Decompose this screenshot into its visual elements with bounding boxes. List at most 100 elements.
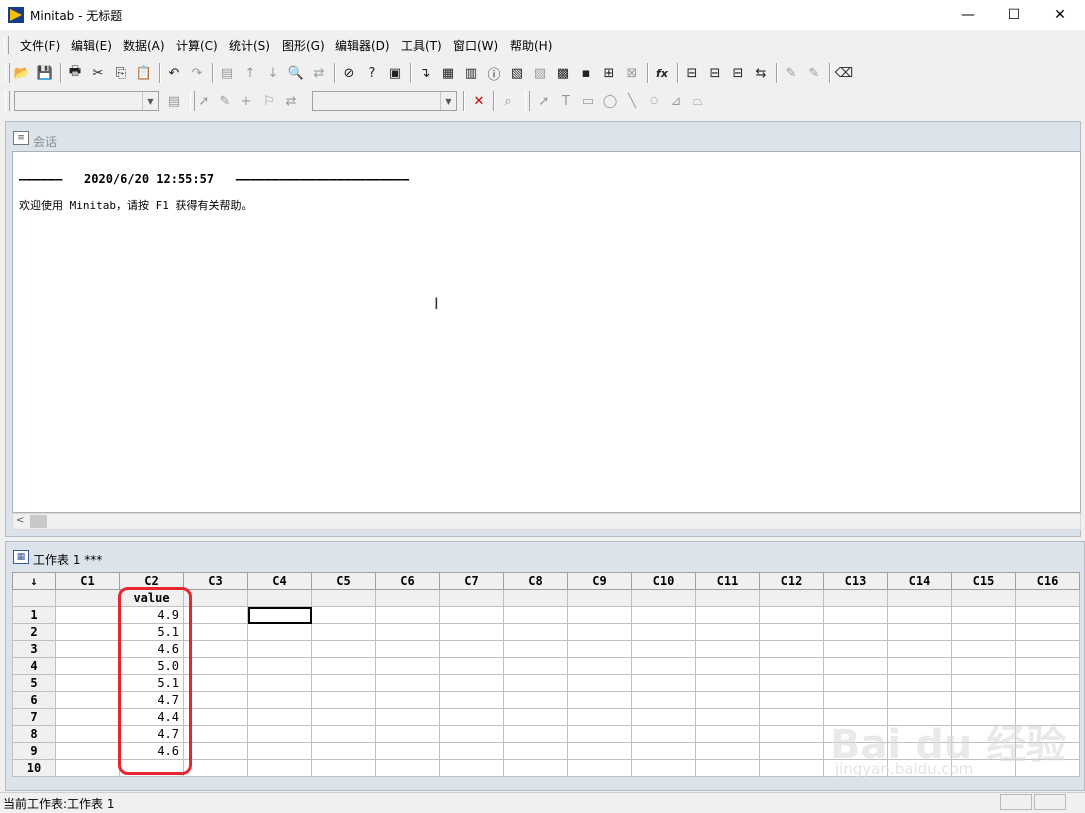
annotation-pointer-icon[interactable]: ➚ <box>534 91 554 111</box>
data-cell[interactable] <box>759 640 824 658</box>
menu-stat[interactable]: 统计(S) <box>229 37 270 54</box>
save-icon[interactable]: 💾 <box>35 63 55 83</box>
data-cell[interactable] <box>375 623 440 641</box>
data-cell[interactable] <box>183 725 248 743</box>
data-cell[interactable] <box>375 759 440 777</box>
data-cell[interactable] <box>503 657 568 675</box>
column-name-c15[interactable] <box>951 589 1016 607</box>
row-header[interactable]: 6 <box>12 691 56 709</box>
data-cell[interactable] <box>695 708 760 726</box>
row-header[interactable]: 2 <box>12 623 56 641</box>
column-header-c7[interactable]: C7 <box>439 572 504 590</box>
data-cell[interactable] <box>375 708 440 726</box>
help-icon[interactable]: ? <box>362 63 382 83</box>
minimize-button[interactable]: — <box>945 0 991 30</box>
data-cell[interactable] <box>695 640 760 658</box>
data-cell[interactable] <box>887 623 952 641</box>
data-cell[interactable] <box>951 657 1016 675</box>
data-cell[interactable] <box>759 742 824 760</box>
data-cell[interactable] <box>1015 606 1080 624</box>
data-cell[interactable] <box>567 623 632 641</box>
active-cell[interactable] <box>247 606 312 624</box>
new-column-icon[interactable]: ↴ <box>415 63 435 83</box>
data-cell[interactable] <box>247 674 312 692</box>
data-cell[interactable] <box>503 640 568 658</box>
data-cell[interactable] <box>247 708 312 726</box>
maximize-button[interactable]: ☐ <box>991 0 1037 30</box>
data-cell[interactable] <box>631 640 696 658</box>
column-header-c6[interactable]: C6 <box>375 572 440 590</box>
data-cell[interactable] <box>311 657 376 675</box>
set-id-icon[interactable]: ✎ <box>804 63 824 83</box>
marker-tool-icon[interactable]: ○ <box>644 91 664 111</box>
data-cell[interactable] <box>503 759 568 777</box>
column-name-c7[interactable] <box>439 589 504 607</box>
graph-type-select[interactable]: ▼ <box>312 91 457 111</box>
column-name-c11[interactable] <box>695 589 760 607</box>
column-header-c3[interactable]: C3 <box>183 572 248 590</box>
data-cell[interactable] <box>183 657 248 675</box>
copy-icon[interactable]: ⎘ <box>111 63 131 83</box>
column-header-c13[interactable]: C13 <box>823 572 888 590</box>
data-cell[interactable] <box>887 674 952 692</box>
data-cell[interactable] <box>439 742 504 760</box>
data-cell[interactable] <box>823 691 888 709</box>
arrow-up-icon[interactable]: ↑ <box>240 63 260 83</box>
data-cell[interactable] <box>503 725 568 743</box>
column-name-c1[interactable] <box>55 589 120 607</box>
data-cell[interactable] <box>375 691 440 709</box>
data-cell[interactable] <box>759 725 824 743</box>
insert-cells-icon[interactable]: ⊟ <box>682 63 702 83</box>
column-header-c8[interactable]: C8 <box>503 572 568 590</box>
data-cell[interactable] <box>311 725 376 743</box>
data-cell[interactable] <box>823 674 888 692</box>
data-cell[interactable] <box>55 708 120 726</box>
data-cell[interactable] <box>311 759 376 777</box>
column-name-c8[interactable] <box>503 589 568 607</box>
data-cell[interactable] <box>567 725 632 743</box>
row-header[interactable]: 3 <box>12 640 56 658</box>
data-cell[interactable] <box>503 674 568 692</box>
data-cell[interactable] <box>311 691 376 709</box>
data-cell[interactable] <box>695 674 760 692</box>
column-name-c4[interactable] <box>247 589 312 607</box>
data-cell[interactable] <box>183 606 248 624</box>
undo-icon[interactable]: ↶ <box>164 63 184 83</box>
zoom-icon[interactable]: ⌕ <box>498 91 518 111</box>
graph-folder-icon[interactable]: ▨ <box>530 63 550 83</box>
data-cell[interactable] <box>567 657 632 675</box>
data-cell[interactable] <box>631 708 696 726</box>
data-cell[interactable] <box>439 674 504 692</box>
data-cell[interactable] <box>439 691 504 709</box>
column-name-c14[interactable] <box>887 589 952 607</box>
data-cell[interactable] <box>631 674 696 692</box>
data-cell[interactable] <box>567 691 632 709</box>
column-name-c12[interactable] <box>759 589 824 607</box>
data-cell[interactable] <box>951 623 1016 641</box>
data-cell[interactable] <box>695 657 760 675</box>
data-cell[interactable] <box>55 623 120 641</box>
data-cell[interactable] <box>823 640 888 658</box>
data-cell[interactable] <box>247 742 312 760</box>
data-cell[interactable] <box>311 708 376 726</box>
data-cell[interactable] <box>375 725 440 743</box>
data-cell[interactable] <box>55 725 120 743</box>
column-header-c14[interactable]: C14 <box>887 572 952 590</box>
data-cell[interactable] <box>759 759 824 777</box>
column-name-c6[interactable] <box>375 589 440 607</box>
row-header[interactable]: 10 <box>12 759 56 777</box>
data-cell[interactable] <box>439 606 504 624</box>
data-cell[interactable] <box>823 623 888 641</box>
data-cell[interactable] <box>567 640 632 658</box>
column-header-c5[interactable]: C5 <box>311 572 376 590</box>
column-name-c9[interactable] <box>567 589 632 607</box>
data-cell[interactable] <box>887 657 952 675</box>
stat-guide-icon[interactable]: ▣ <box>385 63 405 83</box>
data-cell[interactable] <box>311 606 376 624</box>
insert-rows-icon[interactable]: ⊟ <box>705 63 725 83</box>
data-cell[interactable] <box>567 708 632 726</box>
column-name-c3[interactable] <box>183 589 248 607</box>
row-header[interactable]: 5 <box>12 674 56 692</box>
data-cell[interactable] <box>759 623 824 641</box>
data-cell[interactable] <box>183 691 248 709</box>
